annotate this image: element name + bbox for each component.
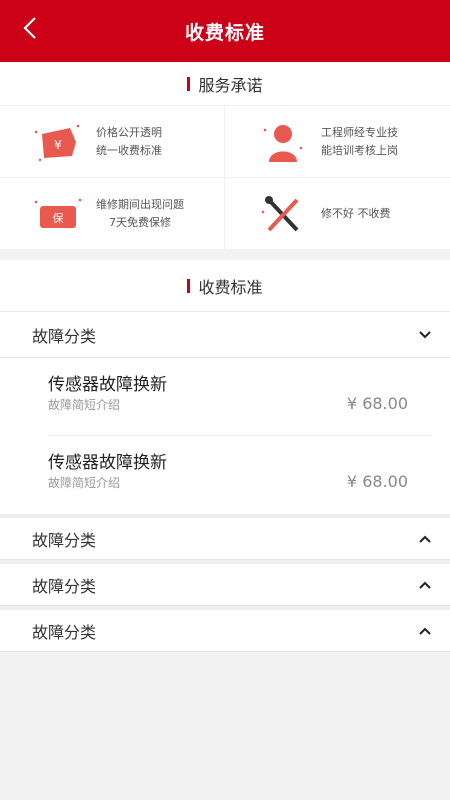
tools-icon [255, 191, 311, 237]
fee-standard-section: 收费标准 故障分类 传感器故障换新 故障简短介绍 ¥ 68.00 传感器故障换新… [0, 260, 450, 652]
promise-line-2: 能培训考核上岗 [321, 143, 398, 157]
fee-item-desc: 故障简短介绍 [48, 476, 121, 490]
fee-item-name: 传感器故障换新 [48, 453, 167, 473]
heading-accent-bar [187, 76, 191, 91]
fee-list-item[interactable]: 传感器故障换新 故障简短介绍 ¥ 68.00 [48, 436, 432, 514]
fee-item-price: ¥ 68.00 [346, 472, 408, 491]
heading-accent-bar [187, 278, 191, 293]
svg-text:¥: ¥ [54, 138, 62, 152]
back-button[interactable] [14, 12, 46, 44]
promise-grid: ¥ 价格公开透明 统一收费标准 工程师经专业技 能培训考核上岗 保 维修期间出现… [0, 106, 450, 250]
category-row[interactable]: 故障分类 [0, 312, 450, 358]
service-promise-section: 服务承诺 ¥ 价格公开透明 统一收费标准 工程师经专业技 能培训考核上岗 保 维… [0, 62, 450, 250]
promise-line-1: 维修期间出现问题 [96, 197, 184, 211]
category-label: 故障分类 [32, 326, 97, 346]
page-title: 收费标准 [184, 21, 265, 44]
app-header: 收费标准 [0, 0, 450, 62]
category-row[interactable]: 故障分类 [0, 560, 450, 606]
warranty-icon: 保 [30, 191, 86, 237]
promise-line-2: 统一收费标准 [96, 143, 162, 157]
category-row[interactable]: 故障分类 [0, 606, 450, 652]
category-label: 故障分类 [32, 530, 97, 550]
fee-item-name: 传感器故障换新 [48, 375, 167, 395]
promise-item: ¥ 价格公开透明 统一收费标准 [0, 106, 225, 178]
promise-line-1: 修不好 不收费 [321, 206, 391, 220]
chevron-left-icon [23, 17, 36, 39]
category-label: 故障分类 [32, 576, 97, 596]
promise-item: 修不好 不收费 [225, 178, 450, 250]
category-label: 故障分类 [32, 622, 97, 642]
chevron-down-icon [418, 328, 432, 342]
section-heading: 收费标准 [0, 260, 450, 312]
category-row[interactable]: 故障分类 [0, 514, 450, 560]
promise-line-2: 7天免费保修 [109, 215, 171, 229]
promise-line-1: 工程师经专业技 [321, 125, 398, 139]
promise-line-1: 价格公开透明 [96, 125, 162, 139]
chevron-up-icon [418, 532, 432, 546]
promise-item: 保 维修期间出现问题 7天免费保修 [0, 178, 225, 250]
section-heading-label: 收费标准 [198, 277, 263, 297]
empty-area [0, 654, 450, 800]
section-heading-label: 服务承诺 [198, 75, 263, 95]
fee-item-desc: 故障简短介绍 [48, 398, 121, 412]
chevron-up-icon [418, 624, 432, 638]
yen-tag-icon: ¥ [30, 119, 86, 165]
section-heading: 服务承诺 [0, 62, 450, 106]
engineer-icon [255, 119, 311, 165]
fee-item-price: ¥ 68.00 [346, 394, 408, 413]
promise-item: 工程师经专业技 能培训考核上岗 [225, 106, 450, 178]
chevron-up-icon [418, 578, 432, 592]
section-gap [0, 250, 450, 260]
svg-text:保: 保 [53, 211, 64, 225]
fee-list-item[interactable]: 传感器故障换新 故障简短介绍 ¥ 68.00 [48, 358, 432, 436]
